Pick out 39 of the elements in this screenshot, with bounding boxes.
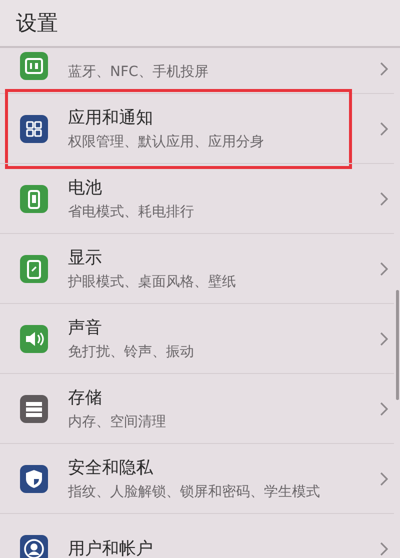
- shield-icon: [20, 464, 48, 492]
- item-title: 电池: [68, 177, 103, 199]
- item-subtitle: 护眼模式、桌面风格、壁纸: [68, 273, 236, 291]
- item-title: 用户和帐户: [68, 538, 153, 558]
- item-title: 存储: [68, 387, 103, 409]
- item-title: 安全和隐私: [68, 457, 154, 479]
- phone-icon: [20, 254, 48, 282]
- battery-icon: [20, 184, 48, 212]
- settings-item[interactable]: 显示 护眼模式、桌面风格、壁纸: [0, 233, 394, 303]
- chevron-right-icon: [380, 332, 388, 346]
- settings-item[interactable]: 蓝牙、NFC、手机投屏: [0, 48, 394, 93]
- item-title: 显示: [68, 247, 103, 269]
- settings-item[interactable]: 应用和通知 权限管理、默认应用、应用分身: [0, 93, 394, 163]
- chevron-right-icon: [380, 402, 388, 416]
- item-subtitle: 内存、空间清理: [68, 413, 166, 431]
- item-subtitle: 权限管理、默认应用、应用分身: [68, 133, 264, 151]
- chevron-right-icon: [380, 122, 388, 136]
- speaker-icon: [20, 324, 48, 352]
- item-title: 声音: [68, 317, 103, 339]
- chevron-right-icon: [380, 262, 388, 276]
- chevron-right-icon: [380, 542, 388, 556]
- settings-item[interactable]: 存储 内存、空间清理: [0, 373, 394, 443]
- settings-item[interactable]: 电池 省电模式、耗电排行: [0, 163, 394, 233]
- storage-icon: [20, 394, 48, 422]
- settings-item[interactable]: 安全和隐私 指纹、人脸解锁、锁屏和密码、学生模式: [0, 443, 394, 513]
- chevron-right-icon: [380, 192, 388, 206]
- item-subtitle: 省电模式、耗电排行: [68, 203, 194, 221]
- item-subtitle: 蓝牙、NFC、手机投屏: [68, 63, 208, 81]
- chevron-right-icon: [380, 472, 388, 486]
- chevron-right-icon: [380, 62, 388, 76]
- item-subtitle: 指纹、人脸解锁、锁屏和密码、学生模式: [68, 483, 320, 501]
- item-subtitle: 免打扰、铃声、振动: [68, 343, 194, 361]
- user-icon: [20, 534, 48, 558]
- settings-item[interactable]: 用户和帐户: [0, 513, 394, 558]
- settings-item[interactable]: 声音 免打扰、铃声、振动: [0, 303, 394, 373]
- page-title: 设置: [16, 10, 58, 37]
- grid-icon: [20, 114, 48, 142]
- device-icon: [20, 52, 48, 80]
- item-title: 应用和通知: [68, 107, 154, 129]
